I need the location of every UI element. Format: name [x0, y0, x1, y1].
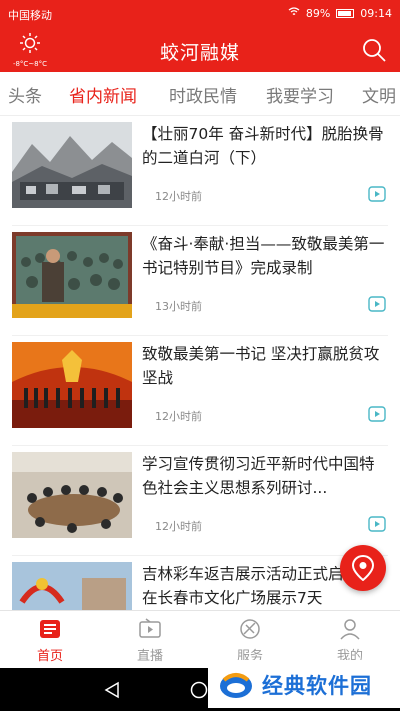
video-play-icon [368, 186, 386, 202]
location-pin-icon [352, 555, 374, 581]
nav-service[interactable]: 服务 [220, 617, 280, 664]
nav-live-label: 直播 [136, 649, 163, 664]
watermark: 经典软件园 [208, 660, 400, 708]
nav-home-label: 首页 [36, 649, 63, 664]
news-headline: 《奋斗·奉献·担当——致敬最美第一书记特别节目》完成录制 [142, 235, 385, 277]
video-play-icon [368, 516, 386, 532]
video-play-icon [368, 296, 386, 312]
news-headline: 致敬最美第一书记 坚决打赢脱贫攻坚战 [142, 345, 380, 387]
app-title: 蛟河融媒 [159, 42, 240, 64]
nav-profile[interactable]: 我的 [320, 617, 380, 664]
news-item[interactable]: 【壮丽70年 奋斗新时代】脱胎换骨的二道白河（下） 12小时前 [0, 116, 400, 226]
carrier-label: 中国移动 [8, 9, 52, 22]
tab-toutiao[interactable]: 头条 [8, 82, 42, 107]
search-icon [363, 39, 386, 62]
battery-percent: 89% [305, 7, 331, 20]
status-bar: 中国移动 89% 09:14 [0, 0, 400, 28]
news-thumbnail [12, 452, 132, 538]
watermark-logo-icon [220, 673, 252, 698]
news-item[interactable]: 致敬最美第一书记 坚决打赢脱贫攻坚战 12小时前 [0, 336, 400, 446]
live-tv-icon [139, 618, 161, 638]
nav-home[interactable]: 首页 [20, 617, 80, 664]
tab-provincial-news[interactable]: 省内新闻 [69, 82, 137, 107]
profile-icon [340, 619, 360, 640]
video-play-icon [368, 406, 386, 422]
home-news-icon [40, 620, 60, 638]
tab-civilization[interactable]: 文明 [362, 82, 396, 107]
news-time: 12小时前 [155, 520, 202, 533]
tab-politics[interactable]: 时政民情 [169, 82, 237, 107]
status-icons: 89% 09:14 [288, 7, 392, 20]
service-icon [240, 619, 260, 639]
news-time: 13小时前 [155, 300, 202, 313]
nav-live[interactable]: 直播 [120, 617, 180, 664]
news-item[interactable]: 《奋斗·奉献·担当——致敬最美第一书记特别节目》完成录制 13小时前 [0, 226, 400, 336]
news-thumbnail [12, 122, 132, 208]
news-time: 12小时前 [155, 410, 202, 423]
back-icon[interactable] [104, 681, 120, 699]
news-thumbnail [12, 342, 132, 428]
app-bar: -8°C~8°C 蛟河融媒 [0, 28, 400, 72]
news-time: 12小时前 [155, 190, 202, 203]
news-headline: 学习宣传贯彻习近平新时代中国特色社会主义思想系列研讨... [142, 455, 375, 497]
category-tabs: 头条 省内新闻 时政民情 我要学习 文明 [0, 72, 400, 116]
news-headline: 【壮丽70年 奋斗新时代】脱胎换骨的二道白河（下） [142, 125, 384, 167]
tab-study[interactable]: 我要学习 [266, 82, 334, 107]
clock: 09:14 [360, 7, 392, 20]
wifi-icon [288, 7, 300, 20]
location-fab[interactable] [340, 545, 386, 591]
search-button[interactable] [360, 36, 388, 64]
watermark-text: 经典软件园 [262, 674, 372, 698]
news-item[interactable]: 学习宣传贯彻习近平新时代中国特色社会主义思想系列研讨... 12小时前 [0, 446, 400, 556]
home-circle-icon[interactable] [190, 681, 208, 699]
news-thumbnail [12, 232, 132, 318]
battery-icon [336, 9, 355, 18]
